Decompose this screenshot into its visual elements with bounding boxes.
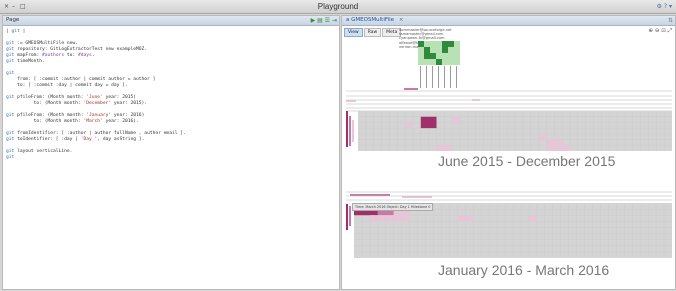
- heatmap-cell: [405, 122, 413, 129]
- period-2-heatmap: [346, 203, 672, 258]
- heatmap-cell: [436, 145, 453, 151]
- heatmap-cell: [457, 215, 474, 222]
- axis-label-mark: [450, 66, 451, 88]
- code-editor-text[interactable]: | git | git := GMEOSMultiFile new. git r…: [6, 29, 336, 161]
- row-bar: [349, 116, 351, 146]
- link-mark: [472, 99, 480, 101]
- row-bar: [346, 204, 348, 230]
- axis-label-mark: [426, 66, 427, 88]
- connection-lines: [346, 88, 672, 201]
- tab-view[interactable]: View: [344, 28, 363, 37]
- link-mark: [350, 194, 390, 196]
- heatmap-cell: [420, 116, 437, 129]
- row-bar: [352, 120, 354, 142]
- inspector-mode-tabs: View Raw Meta: [344, 28, 402, 37]
- hover-tooltip: Time: March 2016 Object: Day 1 Milestone…: [352, 203, 434, 211]
- axis-label-mark: [420, 66, 421, 88]
- matrix-cell: [430, 53, 436, 59]
- axis-label-mark: [438, 66, 439, 88]
- zoom-controls-icon[interactable]: ⊕ ⊖ ⊡ ⤢: [649, 28, 672, 35]
- window-title: Playground: [317, 2, 359, 11]
- link-mark: [346, 100, 356, 102]
- page-tab-label[interactable]: Page: [6, 17, 19, 23]
- heatmap-cell: [546, 145, 570, 151]
- inspector-pane: a GMEOSMultiFile × ⇅ View Raw Meta ⊕ ⊖ ⊡ ⤢…: [341, 15, 676, 290]
- heatmap-cell: [528, 215, 537, 222]
- code-editor-pane: Page ▶ ▤ ☰ ⇥ | git | git := GMEOSMultiFi…: [2, 15, 340, 290]
- matrix-cell: [424, 53, 430, 59]
- inspector-menu-icon[interactable]: ⇅: [668, 17, 673, 24]
- inspector-tab-bar: a GMEOSMultiFile × ⇅: [342, 16, 675, 26]
- author-email: vernon.malterman@gmail.com: [399, 44, 455, 49]
- heatmap-cell: [369, 215, 402, 222]
- settings-icon[interactable]: ⚙ ? ▾: [657, 3, 672, 10]
- axis-label-mark: [444, 66, 445, 88]
- period-1-title: June 2015 - December 2015: [438, 153, 616, 169]
- inspector-tab[interactable]: a GMEOSMultiFile ×: [346, 17, 403, 23]
- period-1-heatmap: [346, 111, 672, 151]
- axis-label-mark: [432, 66, 433, 88]
- close-tab-icon[interactable]: ×: [399, 17, 404, 23]
- code-pane-header: Page ▶ ▤ ☰ ⇥: [3, 16, 339, 26]
- tab-raw[interactable]: Raw: [363, 28, 382, 37]
- row-bar: [346, 111, 348, 147]
- matrix-cell: [436, 59, 442, 65]
- row-bar: [349, 206, 351, 226]
- link-mark: [402, 196, 432, 198]
- heatmap-cell: [538, 133, 547, 140]
- heatmap-background: [358, 111, 672, 151]
- author-email-list: dommaster@sourceforge.net tamamaster@gma…: [399, 28, 455, 49]
- link-mark: [404, 88, 418, 90]
- heatmap-cell: [452, 116, 461, 123]
- heatmap-cell: [546, 139, 563, 146]
- axis-label-mark: [456, 66, 457, 88]
- inspector-tab-label: a GMEOSMultiFile: [346, 17, 395, 23]
- run-actions-icons[interactable]: ▶ ▤ ☰ ⇥: [311, 17, 337, 24]
- heatmap-background: [354, 203, 672, 258]
- window-titlebar: × – □ Playground ⚙ ? ▾: [0, 0, 676, 14]
- period-2-title: January 2016 - March 2016: [438, 262, 610, 278]
